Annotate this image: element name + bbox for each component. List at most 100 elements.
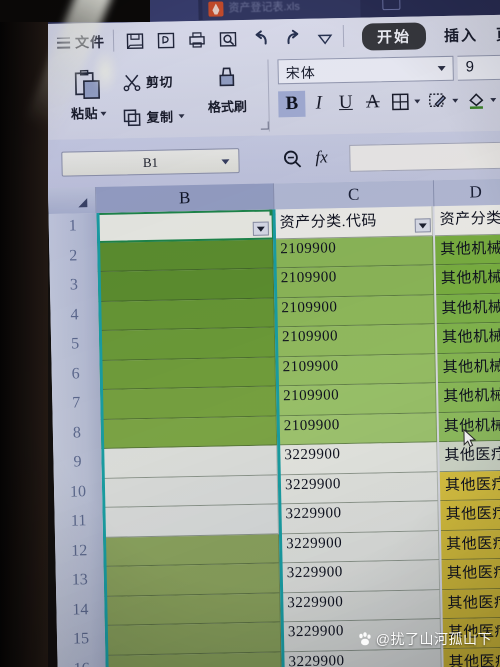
cell-C9[interactable]: 3229900 [279, 442, 438, 475]
row-header-8[interactable]: 8 [53, 423, 101, 442]
column-header-d[interactable]: D [433, 178, 500, 207]
font-size-select[interactable]: 9 [457, 54, 500, 81]
undo-icon[interactable] [251, 29, 271, 47]
cell-C10[interactable]: 3229900 [279, 471, 439, 505]
cell-C11[interactable]: 3229900 [280, 501, 439, 534]
cell-D2[interactable]: 其他机械设备 [435, 234, 500, 266]
row-header-7[interactable]: 7 [52, 394, 100, 413]
cell-B16[interactable] [105, 651, 282, 667]
cell-B8[interactable] [100, 415, 278, 449]
row-header-5[interactable]: 5 [51, 335, 99, 354]
cell-D14[interactable]: 其他医疗设备 [442, 587, 500, 620]
cell-D1[interactable]: 资产分类 [434, 204, 500, 236]
cell-B13[interactable] [103, 563, 281, 597]
cell-C4[interactable]: 2109900 [276, 294, 435, 328]
cell-B4[interactable] [98, 297, 275, 331]
cell-C2[interactable]: 2109900 [275, 235, 434, 269]
row-header-14[interactable]: 14 [56, 600, 104, 619]
cell-C3[interactable]: 2109900 [275, 265, 435, 298]
cell-B9[interactable] [101, 445, 278, 479]
row-header-4[interactable]: 4 [50, 305, 98, 324]
cell-C7[interactable]: 2109900 [278, 383, 437, 416]
print-icon[interactable] [187, 31, 207, 49]
row-header-13[interactable]: 13 [56, 571, 104, 590]
cell-B6[interactable] [99, 356, 277, 390]
select-all-corner[interactable] [47, 186, 97, 214]
tab-page[interactable]: 页 [496, 23, 500, 44]
chevron-down-icon[interactable] [221, 159, 230, 165]
strikethrough-button[interactable]: A [359, 89, 387, 116]
underline-button[interactable]: U [332, 90, 360, 117]
cut-button[interactable]: 剪切 [122, 71, 173, 91]
row-header-15[interactable]: 15 [57, 630, 105, 649]
print-preview-icon[interactable] [218, 30, 238, 48]
tab-insert[interactable]: 插入 [444, 24, 478, 46]
cell-C16[interactable]: 3229900 [283, 648, 442, 667]
save-icon[interactable] [125, 32, 145, 50]
cell-D9[interactable]: 其他医疗设备 [439, 440, 500, 472]
chevron-down-icon[interactable] [178, 113, 185, 118]
chevron-down-icon[interactable] [99, 111, 107, 116]
italic-button[interactable]: I [305, 90, 333, 117]
save-as-icon[interactable] [156, 31, 176, 49]
formula-input[interactable] [349, 141, 500, 172]
cell-D11[interactable]: 其他医疗设备 [440, 499, 500, 531]
cell-B7[interactable] [100, 386, 277, 420]
cell-B14[interactable] [104, 592, 281, 626]
name-box[interactable]: B1 [61, 148, 240, 177]
cell-C14[interactable]: 3229900 [282, 589, 441, 623]
cell-B15[interactable] [104, 622, 282, 656]
cell-D7[interactable]: 其他机械设备 [437, 381, 500, 413]
pen-icon[interactable] [424, 88, 452, 115]
cell-D8[interactable]: 其他机械设备 [438, 410, 500, 443]
borders-icon[interactable] [386, 89, 414, 116]
column-header-c[interactable]: C [273, 180, 435, 210]
font-name-select[interactable]: 宋体 [277, 55, 454, 85]
cell-D4[interactable]: 其他机械设备 [436, 293, 500, 325]
cell-D6[interactable]: 其他机械设备 [437, 351, 500, 384]
row-header-6[interactable]: 6 [52, 364, 100, 383]
cell-C1[interactable]: 资产分类.代码 [274, 206, 434, 239]
cell-C8[interactable]: 2109900 [278, 412, 438, 446]
cell-C12[interactable]: 3229900 [280, 530, 440, 564]
paste-button[interactable]: 粘贴 [62, 67, 115, 134]
row-header-16[interactable]: 16 [57, 659, 105, 667]
cell-B3[interactable] [97, 268, 275, 302]
row-header-1[interactable]: 1 [49, 217, 97, 236]
search-icon[interactable] [282, 149, 302, 169]
bold-button[interactable]: B [278, 90, 306, 118]
cell-D5[interactable]: 其他机械设备 [436, 322, 500, 354]
tab-start[interactable]: 开始 [361, 21, 427, 51]
autofilter-button-c[interactable] [414, 218, 431, 233]
cell-B12[interactable] [102, 533, 280, 567]
cell-B10[interactable] [101, 474, 279, 508]
format-painter-button[interactable]: 格式刷 [196, 66, 259, 117]
cell-D10[interactable]: 其他医疗设备 [439, 469, 500, 502]
row-header-2[interactable]: 2 [49, 246, 97, 265]
new-tab-icon[interactable] [382, 0, 401, 11]
cell-D16[interactable]: 其他医疗设备 [443, 646, 500, 667]
chevron-down-icon[interactable] [490, 97, 497, 103]
copy-button[interactable]: 复制 [122, 106, 185, 126]
row-header-11[interactable]: 11 [54, 512, 102, 531]
chevron-down-icon[interactable] [414, 99, 421, 104]
row-header-10[interactable]: 10 [54, 482, 102, 501]
fill-color-icon[interactable] [462, 87, 490, 114]
chevron-down-icon[interactable] [437, 65, 446, 72]
cell-B11[interactable] [102, 504, 279, 538]
row-header-3[interactable]: 3 [50, 276, 98, 295]
column-header-b[interactable]: B [95, 183, 275, 213]
cell-D13[interactable]: 其他医疗设备 [441, 558, 500, 590]
chevron-down-icon[interactable] [452, 98, 459, 103]
file-menu-button[interactable]: 文件 [56, 31, 105, 54]
cell-D12[interactable]: 其他医疗设备 [440, 528, 500, 561]
row-header-9[interactable]: 9 [53, 453, 101, 472]
row-header-12[interactable]: 12 [55, 541, 103, 560]
cell-D3[interactable]: 其他机械设备 [435, 263, 500, 295]
cell-B2[interactable] [97, 238, 274, 272]
cell-B5[interactable] [98, 327, 276, 361]
chevron-down-icon[interactable] [315, 30, 335, 48]
cell-C6[interactable]: 2109900 [277, 353, 436, 387]
clipboard-dialog-launcher[interactable] [260, 121, 269, 130]
redo-icon[interactable] [283, 29, 303, 47]
